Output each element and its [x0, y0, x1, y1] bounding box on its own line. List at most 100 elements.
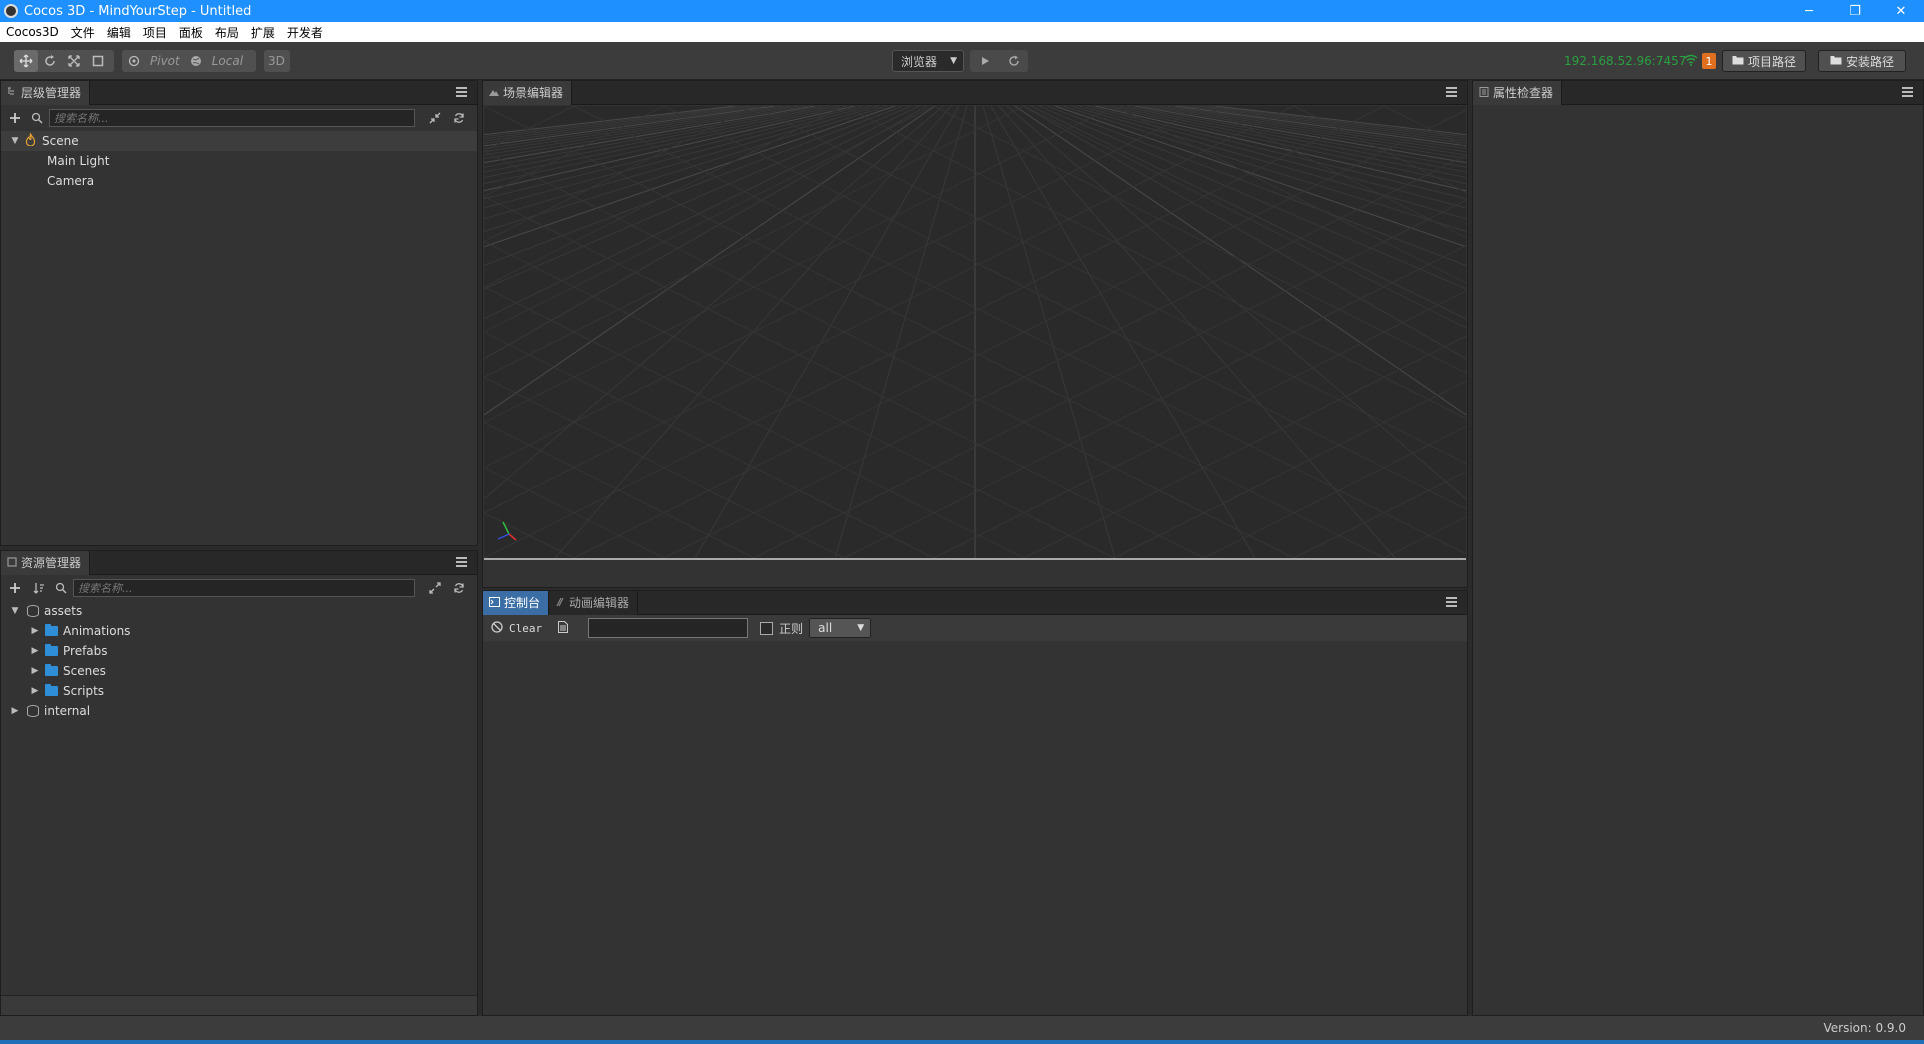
regex-label: 正则	[779, 621, 804, 636]
install-path-button[interactable]: 安装路径	[1818, 50, 1906, 72]
console-filter-input[interactable]	[588, 618, 749, 638]
add-asset-button[interactable]	[5, 578, 25, 598]
console-tab-label: 控制台	[504, 596, 541, 610]
transform-tools	[14, 50, 114, 72]
version-label: Version: 0.9.0	[1823, 1021, 1906, 1035]
tab-scene[interactable]: 场景编辑器	[483, 80, 573, 105]
hierarchy-search-input[interactable]: 搜索名称...	[49, 109, 415, 127]
refresh-icon[interactable]	[999, 50, 1028, 72]
expand-triangle-icon[interactable]: ▼	[9, 606, 21, 616]
menu-panel[interactable]: 面板	[173, 24, 209, 41]
clear-icon	[491, 620, 503, 636]
scene-editor-icon	[489, 86, 499, 100]
menu-cocos3d[interactable]: Cocos3D	[0, 25, 65, 39]
tree-node-main-light[interactable]: Main Light	[1, 151, 477, 171]
search-icon	[29, 108, 45, 128]
expand-triangle-icon[interactable]: ▼	[9, 136, 21, 146]
refresh-icon[interactable]	[449, 108, 469, 128]
regex-checkbox[interactable]	[760, 621, 774, 635]
mode-3d-toggle[interactable]: 3D	[264, 50, 289, 72]
scene-icon	[25, 132, 36, 149]
panel-menu-icon[interactable]	[1446, 597, 1457, 607]
internal-label: internal	[44, 704, 91, 718]
menu-layout[interactable]: 布局	[209, 24, 245, 41]
scene-viewport[interactable]	[484, 106, 1466, 558]
cocos-app-icon	[4, 4, 18, 18]
folder-label: Prefabs	[63, 644, 108, 658]
assets-search-input[interactable]: 搜索名称...	[73, 579, 415, 597]
tree-node-camera[interactable]: Camera	[1, 171, 477, 191]
clear-button[interactable]: Clear	[491, 620, 543, 636]
console-toolbar: Clear 正则 all ▼	[483, 615, 1467, 641]
viewport-divider	[484, 558, 1466, 560]
collapse-icon[interactable]	[425, 108, 445, 128]
menu-developer[interactable]: 开发者	[281, 24, 329, 41]
mode-3d-group: 3D	[264, 50, 290, 72]
rotate-tool-icon[interactable]	[38, 50, 62, 72]
refresh-icon[interactable]	[449, 578, 469, 598]
notification-badge[interactable]: 1	[1702, 53, 1716, 69]
ip-address[interactable]: 192.168.52.96:7457	[1564, 54, 1686, 68]
pivot-toggle[interactable]: Pivot	[146, 50, 184, 72]
tab-console[interactable]: 控制台	[483, 590, 550, 615]
collapsed-triangle-icon[interactable]: ▶	[29, 646, 41, 656]
menu-edit[interactable]: 编辑	[101, 24, 137, 41]
project-path-button[interactable]: 项目路径	[1722, 50, 1806, 72]
local-toggle[interactable]: Local	[208, 50, 247, 72]
tab-animation-editor[interactable]: 动画编辑器	[549, 590, 639, 615]
preview-target-select[interactable]: 浏览器 ▼	[892, 50, 964, 72]
log-file-icon[interactable]	[558, 620, 569, 636]
tree-node-assets[interactable]: ▼ assets	[1, 601, 477, 621]
play-icon[interactable]	[970, 50, 999, 72]
search-icon	[53, 578, 69, 598]
assets-icon	[7, 556, 17, 570]
tree-node-prefabs[interactable]: ▶ Prefabs	[1, 641, 477, 661]
log-level-select[interactable]: all ▼	[809, 618, 872, 638]
scene-node-label: Scene	[42, 134, 79, 148]
wifi-icon	[1684, 54, 1698, 69]
animation-tab-label: 动画编辑器	[569, 596, 630, 610]
panel-menu-icon[interactable]	[456, 87, 467, 97]
assets-tab-label: 资源管理器	[21, 556, 82, 570]
inspector-icon	[1479, 86, 1489, 100]
restore-button[interactable]: ❐	[1832, 0, 1878, 22]
main-toolbar: Pivot Local 3D 浏览器 ▼ 192.168.52.96:7457 …	[0, 42, 1924, 80]
menu-bar: Cocos3D 文件 编辑 项目 面板 布局 扩展 开发者	[0, 22, 1924, 42]
chevron-down-icon: ▼	[857, 623, 865, 633]
tab-hierarchy[interactable]: 层级管理器	[1, 80, 91, 105]
close-button[interactable]: ✕	[1878, 0, 1924, 22]
tree-node-animations[interactable]: ▶ Animations	[1, 621, 477, 641]
sort-icon[interactable]	[29, 578, 49, 598]
menu-file[interactable]: 文件	[65, 24, 101, 41]
add-node-button[interactable]	[5, 108, 25, 128]
panel-menu-icon[interactable]	[1902, 87, 1913, 97]
tree-node-internal[interactable]: ▶ internal	[1, 701, 477, 721]
move-tool-icon[interactable]	[14, 50, 38, 72]
pivot-local-group: Pivot Local	[122, 50, 256, 72]
tree-node-scripts[interactable]: ▶ Scripts	[1, 681, 477, 701]
panel-menu-icon[interactable]	[456, 557, 467, 567]
minimize-button[interactable]: ─	[1786, 0, 1832, 22]
collapsed-triangle-icon[interactable]: ▶	[29, 686, 41, 696]
database-icon	[27, 605, 39, 617]
clear-label: Clear	[509, 621, 543, 635]
hierarchy-icon	[7, 86, 17, 100]
scale-tool-icon[interactable]	[62, 50, 86, 72]
menu-extension[interactable]: 扩展	[245, 24, 281, 41]
camera-label: Camera	[47, 174, 95, 188]
collapsed-triangle-icon[interactable]: ▶	[9, 706, 21, 716]
project-path-label: 项目路径	[1747, 54, 1796, 69]
collapsed-triangle-icon[interactable]: ▶	[29, 666, 41, 676]
log-level-value: all	[818, 621, 833, 635]
folder-label: Animations	[63, 624, 131, 638]
expand-icon[interactable]	[425, 578, 445, 598]
tab-inspector[interactable]: 属性检查器	[1473, 80, 1563, 105]
tree-node-scene[interactable]: ▼ Scene	[1, 131, 477, 151]
panel-menu-icon[interactable]	[1446, 87, 1457, 97]
tab-assets[interactable]: 资源管理器	[1, 550, 91, 575]
folder-label: Scripts	[63, 684, 105, 698]
menu-project[interactable]: 项目	[137, 24, 173, 41]
collapsed-triangle-icon[interactable]: ▶	[29, 626, 41, 636]
rect-tool-icon[interactable]	[86, 50, 110, 72]
tree-node-scenes[interactable]: ▶ Scenes	[1, 661, 477, 681]
